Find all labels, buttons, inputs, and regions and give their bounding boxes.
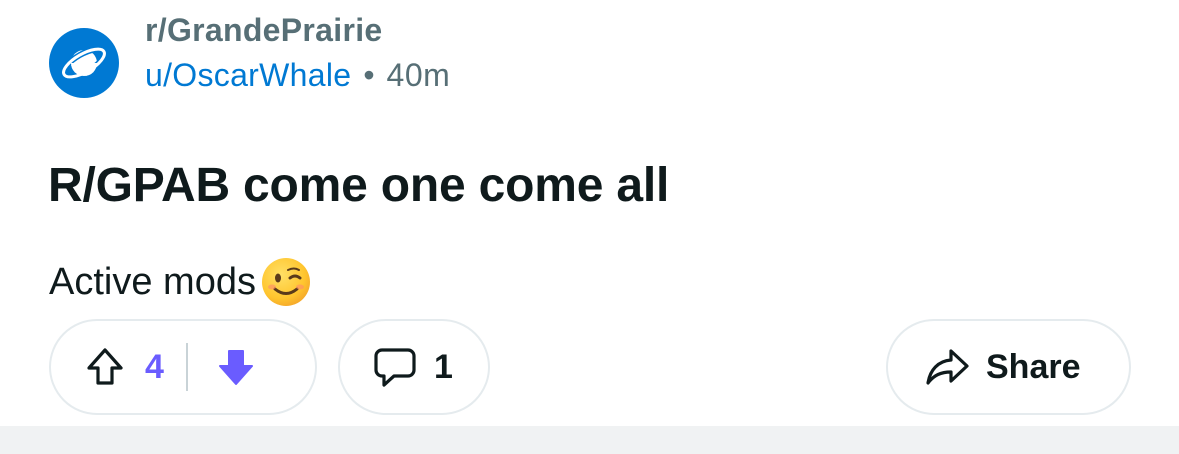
community-avatar[interactable] <box>49 28 119 98</box>
feed-divider <box>0 426 1179 454</box>
share-label: Share <box>986 347 1081 386</box>
subreddit-name[interactable]: r/GrandePrairie <box>145 10 450 50</box>
vote-divider <box>185 343 188 391</box>
downvote-icon[interactable] <box>214 345 258 389</box>
share-arrow-icon <box>926 349 969 385</box>
post-header: r/GrandePrairie u/OscarWhale • 40m <box>49 8 450 98</box>
byline: u/OscarWhale • 40m <box>145 54 450 96</box>
vote-control: 4 <box>49 319 317 415</box>
post-card[interactable]: r/GrandePrairie u/OscarWhale • 40m R/GPA… <box>0 0 1179 426</box>
post-body-text: Active mods <box>49 261 256 303</box>
vote-count: 4 <box>145 347 164 386</box>
post-title[interactable]: R/GPAB come one come all <box>48 156 669 216</box>
header-text: r/GrandePrairie u/OscarWhale • 40m <box>145 10 450 96</box>
author-username[interactable]: u/OscarWhale <box>145 54 351 96</box>
byline-separator: • <box>363 57 375 93</box>
share-button[interactable]: Share <box>886 319 1131 415</box>
post-timestamp: 40m <box>386 57 451 93</box>
upvote-icon[interactable] <box>83 345 127 389</box>
comments-button[interactable]: 1 <box>338 319 490 415</box>
comment-count: 1 <box>434 347 453 386</box>
planet-icon <box>60 46 108 80</box>
comment-bubble-icon <box>374 348 416 387</box>
post-body: Active mods <box>49 256 312 308</box>
winking-face-emoji-icon <box>261 258 310 306</box>
